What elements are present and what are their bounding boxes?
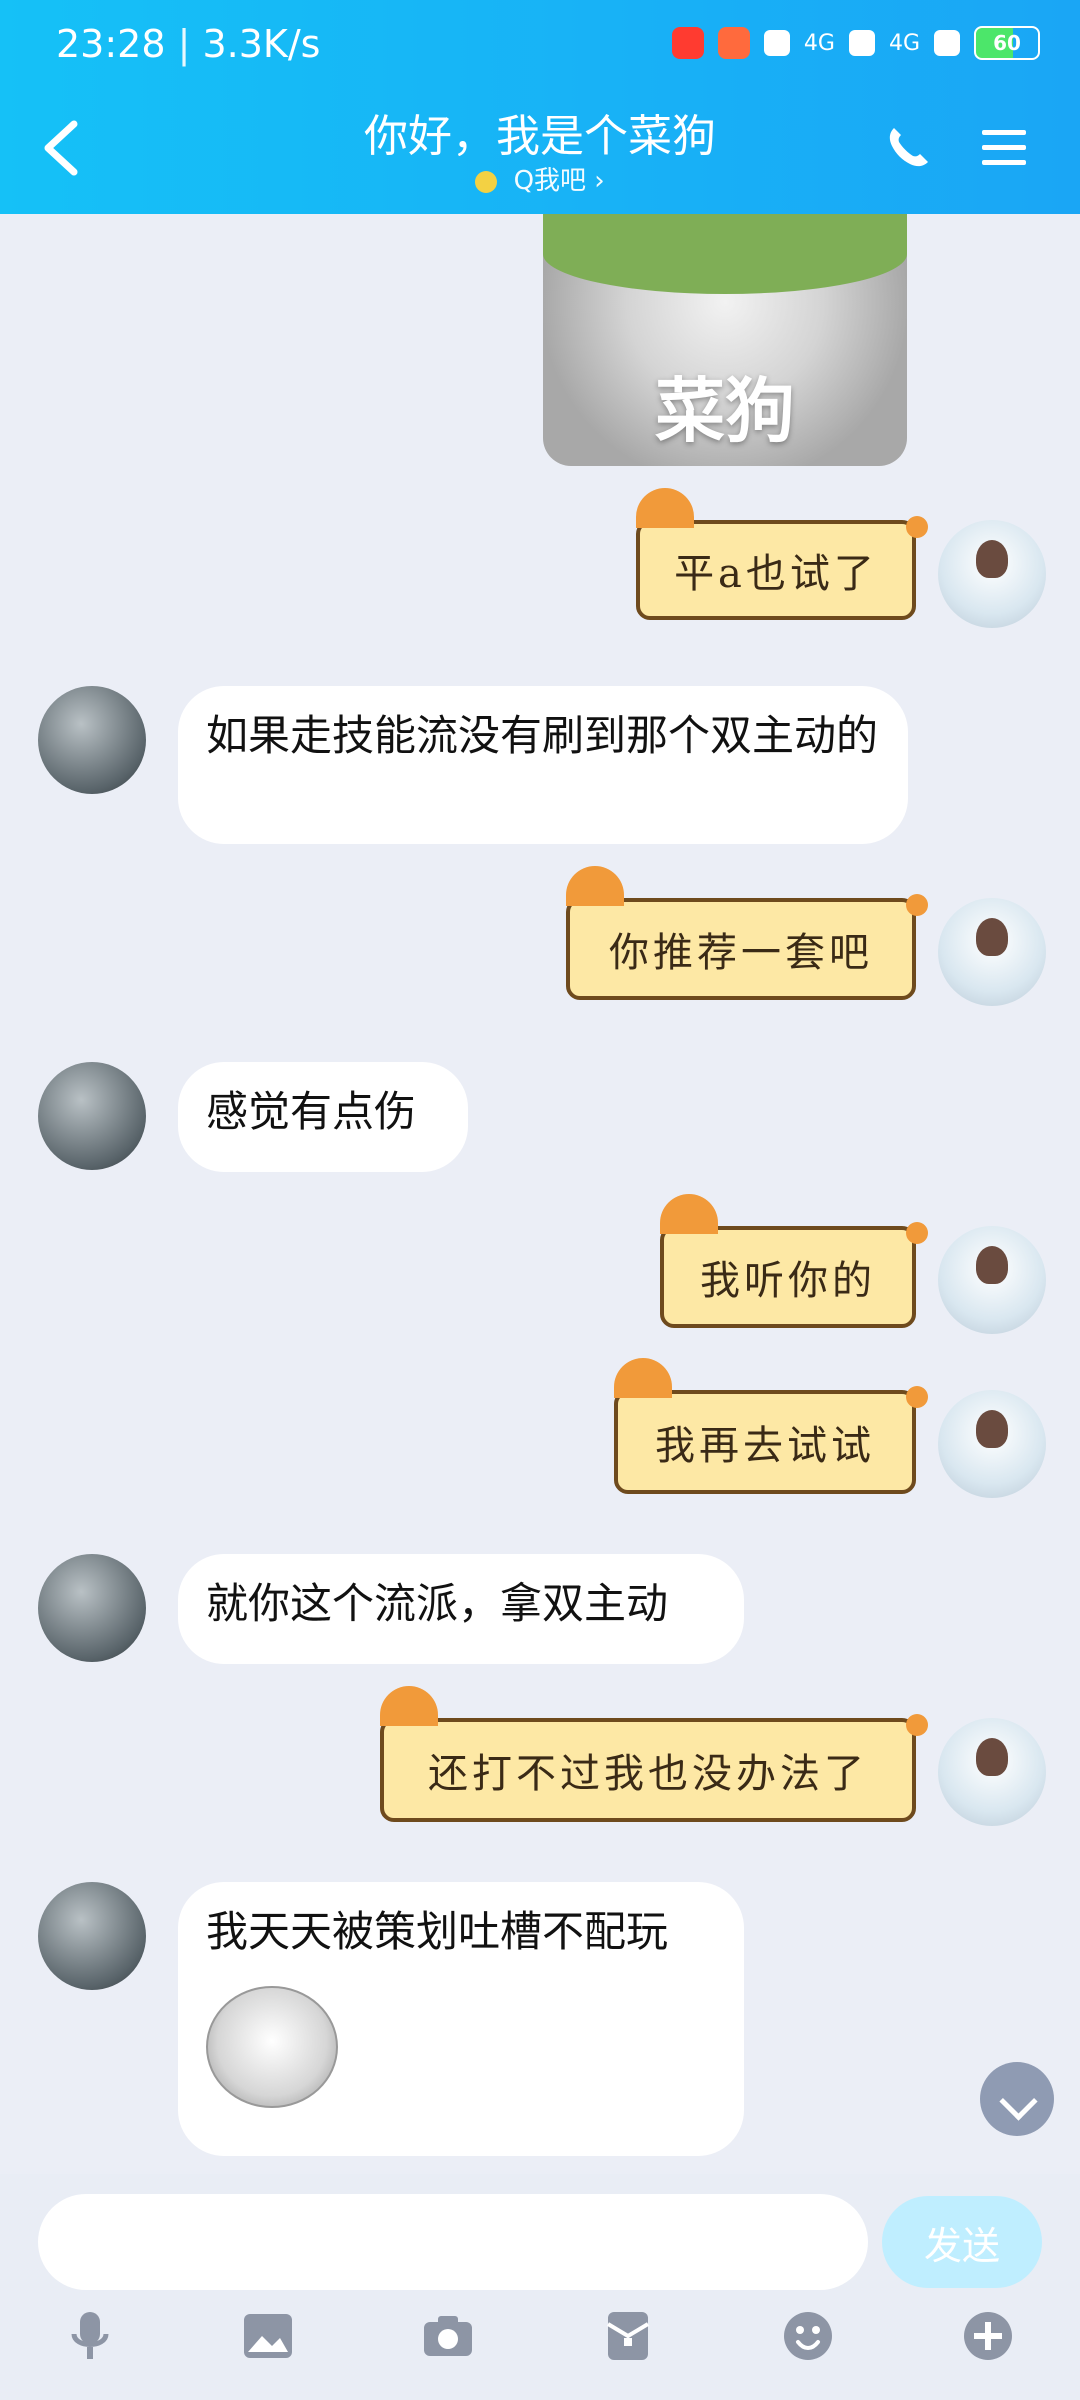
- red-packet-icon[interactable]: [598, 2306, 658, 2366]
- message-bubble[interactable]: 就你这个流派，拿双主动: [178, 1554, 744, 1664]
- message-text: 还打不过我也没办法了: [428, 1751, 868, 1797]
- message-bubble[interactable]: 我再去试试: [614, 1358, 928, 1494]
- avatar-self[interactable]: [938, 1226, 1046, 1334]
- avatar-self[interactable]: [938, 520, 1046, 628]
- avatar-self[interactable]: [938, 1390, 1046, 1498]
- message-input[interactable]: [38, 2194, 868, 2290]
- message-text: 感觉有点伤: [206, 1087, 417, 1136]
- send-button[interactable]: 发送: [882, 2196, 1042, 2288]
- signal-icon-2: [934, 30, 960, 56]
- message-text: 我再去试试: [655, 1423, 875, 1469]
- chat-area[interactable]: 菜狗 平a也试了 如果走技能流没有刷到那个双主动的 你推荐一套吧 感觉有点伤 我…: [0, 214, 1080, 2174]
- network-4g-label: 4G: [803, 30, 835, 56]
- message-bubble[interactable]: 平a也试了: [636, 488, 928, 620]
- message-bubble[interactable]: 还打不过我也没办法了: [380, 1686, 928, 1822]
- camera-icon[interactable]: [418, 2306, 478, 2366]
- message-bubble[interactable]: 感觉有点伤: [178, 1062, 468, 1172]
- scroll-down-button[interactable]: [980, 2062, 1054, 2136]
- signal-icon: [848, 30, 875, 56]
- avatar-self[interactable]: [938, 898, 1046, 1006]
- app-icon-orange: [717, 27, 750, 59]
- input-bar: 发送: [0, 2174, 1080, 2400]
- message-text: 你推荐一套吧: [609, 930, 873, 976]
- menu-icon[interactable]: [978, 122, 1030, 174]
- message-bubble[interactable]: 如果走技能流没有刷到那个双主动的: [178, 686, 908, 844]
- sticker-icon: [206, 1986, 338, 2108]
- message-text: 我天天被策划吐槽不配玩: [206, 1907, 669, 1956]
- avatar-self[interactable]: [938, 1718, 1046, 1826]
- top-header: 23:28 | 3.3K/s 4G 4G 60 你好，我是个菜狗 Q我吧 ›: [0, 0, 1080, 214]
- app-icon-red: [671, 27, 704, 59]
- leaf-shape: [543, 214, 907, 294]
- message-text: 平a也试了: [674, 551, 878, 597]
- plus-icon[interactable]: [958, 2306, 1018, 2366]
- image-caption: 菜狗: [655, 370, 795, 452]
- avatar-contact[interactable]: [38, 1062, 146, 1170]
- phone-icon[interactable]: [880, 122, 932, 174]
- network-4g-label-2: 4G: [888, 30, 920, 56]
- status-bar: 23:28 | 3.3K/s 4G 4G 60: [0, 0, 1080, 96]
- image-message[interactable]: 菜狗: [543, 214, 907, 466]
- battery-icon: 60: [974, 26, 1040, 60]
- chevron-right-icon: ›: [594, 166, 605, 196]
- avatar-contact[interactable]: [38, 686, 146, 794]
- message-bubble[interactable]: 我天天被策划吐槽不配玩: [178, 1882, 744, 2156]
- toolbar: [0, 2306, 1080, 2396]
- avatar-contact[interactable]: [38, 1554, 146, 1662]
- message-bubble[interactable]: 我听你的: [660, 1194, 928, 1328]
- status-icons: 4G 4G 60: [671, 26, 1040, 60]
- image-icon[interactable]: [238, 2306, 298, 2366]
- message-text: 如果走技能流没有刷到那个双主动的: [206, 711, 879, 760]
- battery-level: 60: [993, 31, 1021, 55]
- smiley-icon: [475, 170, 498, 193]
- avatar-contact[interactable]: [38, 1882, 146, 1990]
- emoji-icon[interactable]: [778, 2306, 838, 2366]
- message-bubble[interactable]: 你推荐一套吧: [566, 866, 928, 1000]
- status-time: 23:28 | 3.3K/s: [56, 22, 321, 66]
- message-text: 我听你的: [700, 1258, 876, 1304]
- bluetooth-icon: [763, 30, 790, 56]
- mic-icon[interactable]: [60, 2306, 120, 2366]
- message-text: 就你这个流派，拿双主动: [206, 1579, 669, 1628]
